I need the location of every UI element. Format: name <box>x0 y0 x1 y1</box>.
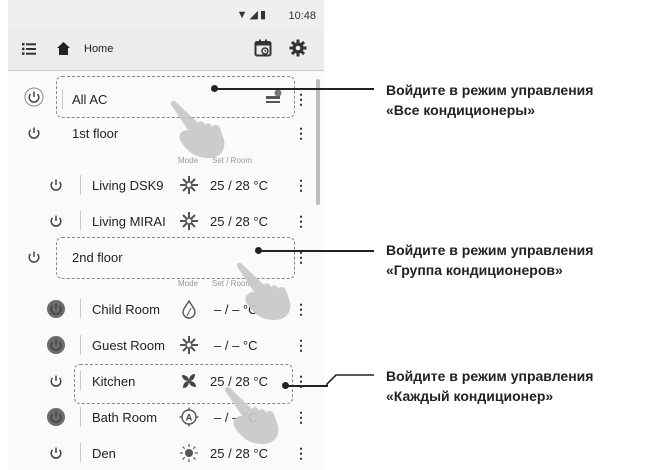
divider <box>80 335 81 355</box>
room-name: Guest Room <box>92 338 165 353</box>
callout-connector <box>326 374 374 386</box>
tap-hand-icon <box>236 262 291 320</box>
callout-all-ac: Войдите в режим управления «Все кондицион… <box>386 82 594 118</box>
heat-icon <box>180 176 198 194</box>
page-title: Home <box>84 43 114 55</box>
callout-group: Войдите в режим управления «Группа кондиц… <box>386 242 594 278</box>
power-icon[interactable] <box>24 123 44 143</box>
power-icon[interactable] <box>46 175 66 195</box>
temperature: 25 / 28 °C <box>210 214 268 229</box>
callout-line <box>288 385 328 387</box>
gear-icon[interactable] <box>289 39 307 57</box>
row-1st-floor[interactable]: 1st floor ⋮ <box>8 115 316 151</box>
divider <box>80 407 81 427</box>
col-header-mode: Mode <box>178 279 199 288</box>
signal-battery-icons: ▼◢▮ <box>236 9 268 21</box>
power-icon[interactable] <box>24 87 44 107</box>
more-icon[interactable]: ⋮ <box>294 373 308 389</box>
dry-icon <box>182 299 196 319</box>
room-name: Living MIRAI <box>92 214 166 229</box>
divider <box>80 443 81 463</box>
power-on-icon[interactable] <box>46 407 66 427</box>
status-bar: ▼◢▮ 10:48 <box>8 0 324 30</box>
divider <box>80 211 81 231</box>
power-icon[interactable] <box>46 443 66 463</box>
callout-line <box>260 250 374 252</box>
more-icon[interactable]: ⋮ <box>294 91 308 107</box>
temperature: 25 / 28 °C <box>210 446 268 461</box>
row-room[interactable]: Guest Room – / – °C ⋮ <box>8 327 316 363</box>
temperature: – / – °C <box>214 338 258 353</box>
power-on-icon[interactable] <box>46 335 66 355</box>
power-icon[interactable] <box>46 211 66 231</box>
list-menu-icon[interactable] <box>22 43 36 55</box>
home-icon[interactable] <box>56 41 71 56</box>
row-label: 1st floor <box>72 126 119 141</box>
callout-single: Войдите в режим управления «Каждый кондиц… <box>386 368 594 404</box>
more-icon[interactable]: ⋮ <box>294 445 308 461</box>
heat-icon <box>180 336 198 354</box>
room-name: Den <box>92 446 116 461</box>
tap-hand-icon <box>224 386 279 444</box>
phone-screen: ▼◢▮ 10:48 Home All AC ⋮ 1st floor ⋮ Mode… <box>8 0 324 470</box>
room-name: Child Room <box>92 302 160 317</box>
temperature: 25 / 28 °C <box>210 178 268 193</box>
scrollbar[interactable] <box>316 79 320 205</box>
callout-line <box>216 88 374 90</box>
more-icon[interactable]: ⋮ <box>294 213 308 229</box>
room-name: Living DSK9 <box>92 178 164 193</box>
power-icon[interactable] <box>46 371 66 391</box>
schedule-calendar-icon[interactable] <box>254 39 272 57</box>
more-icon[interactable]: ⋮ <box>294 125 308 141</box>
more-icon[interactable]: ⋮ <box>294 337 308 353</box>
more-icon[interactable]: ⋮ <box>294 301 308 317</box>
divider <box>80 299 81 319</box>
row-room[interactable]: Living DSK9 25 / 28 °C ⋮ <box>8 167 316 203</box>
app-bar: Home <box>8 30 324 71</box>
status-time: 10:48 <box>288 10 316 22</box>
power-icon[interactable] <box>24 247 44 267</box>
sun-icon <box>180 444 198 462</box>
more-icon[interactable]: ⋮ <box>294 177 308 193</box>
power-on-icon[interactable] <box>46 299 66 319</box>
divider <box>80 175 81 195</box>
room-name: Bath Room <box>92 410 158 425</box>
auto-icon: A <box>179 407 199 427</box>
svg-text:A: A <box>186 413 193 423</box>
more-icon[interactable]: ⋮ <box>294 409 308 425</box>
heat-icon <box>180 212 198 230</box>
tap-hand-icon <box>170 100 225 158</box>
row-room[interactable]: Living MIRAI 25 / 28 °C ⋮ <box>8 203 316 239</box>
